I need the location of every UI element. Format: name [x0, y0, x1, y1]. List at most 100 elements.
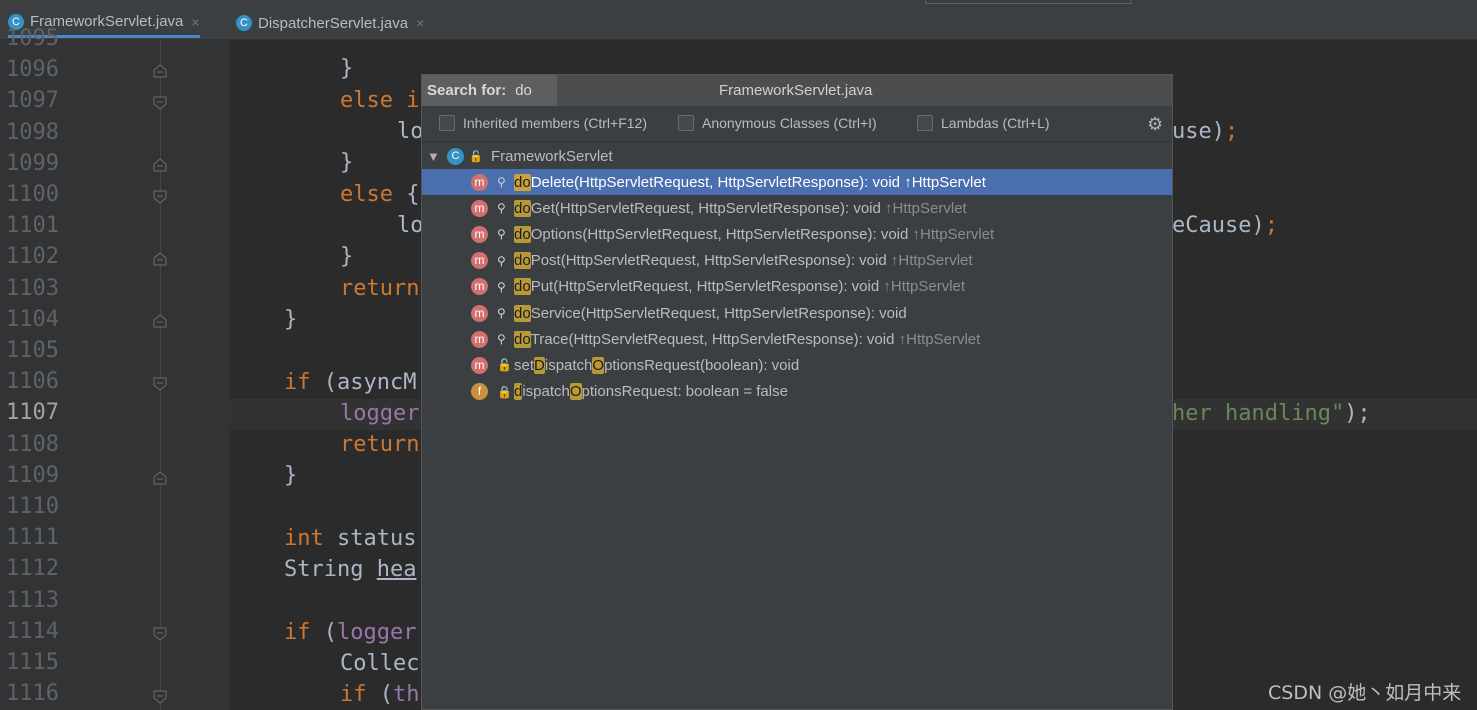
code-line-1112[interactable]: String hea: [284, 557, 416, 582]
code-line-1104[interactable]: }: [284, 307, 297, 332]
inherited-from-label: ↑HttpServlet: [898, 330, 981, 348]
code-line-1101[interactable]: lo: [397, 213, 424, 238]
code-line-1116[interactable]: if (th: [340, 682, 420, 707]
fold-start-icon[interactable]: [153, 190, 167, 204]
close-tab-icon[interactable]: ×: [191, 14, 199, 30]
search-input[interactable]: do: [515, 82, 532, 99]
tree-root-label: FrameworkServlet: [491, 147, 613, 165]
line-number: 1115: [6, 650, 59, 675]
member-label: doPut(HttpServletRequest, HttpServletRes…: [514, 278, 966, 296]
checkbox[interactable]: [439, 115, 455, 131]
code-line-1098[interactable]: lo: [397, 119, 424, 144]
member-label: doTrace(HttpServletRequest, HttpServletR…: [514, 330, 981, 348]
protected-visibility-icon: ⚲: [497, 332, 506, 347]
checkbox[interactable]: [678, 115, 694, 131]
match-highlight: O: [592, 356, 605, 374]
code-line-1107-tail[interactable]: her handling");: [1172, 401, 1371, 426]
member-item[interactable]: m ⚲ doPut(HttpServletRequest, HttpServletR…: [422, 274, 1172, 300]
protected-visibility-icon: ⚲: [497, 253, 506, 268]
code-line-1101-tail[interactable]: eCause);: [1172, 213, 1278, 238]
line-number: 1098: [6, 119, 59, 145]
line-number: 1095: [6, 26, 59, 51]
line-number: 1101: [6, 213, 59, 239]
code-line-1111[interactable]: int status: [284, 526, 416, 551]
option-inherited-members[interactable]: Inherited members (Ctrl+F12): [439, 115, 647, 131]
file-structure-popup: Search for: do FrameworkServlet.java Inh…: [421, 74, 1173, 710]
member-item[interactable]: m ⚲ doOptions(HttpServletRequest, HttpServ…: [422, 221, 1172, 247]
inherited-from-label: ↑HttpServlet: [912, 225, 995, 243]
method-icon: m: [471, 278, 488, 296]
tab-dispatcherservlet[interactable]: C DispatcherServlet.java ×: [236, 8, 424, 38]
search-field[interactable]: Search for: do: [422, 75, 557, 106]
member-label: doGet(HttpServletRequest, HttpServletRes…: [514, 199, 967, 217]
code-keyword: if: [284, 620, 311, 645]
protected-visibility-icon: ⚲: [497, 201, 506, 216]
member-text: ispatch: [522, 383, 570, 401]
line-number: 1113: [6, 587, 59, 613]
code-fragment: String: [284, 557, 377, 582]
code-field: logger: [337, 620, 417, 645]
checkbox[interactable]: [917, 115, 933, 131]
code-line-1100[interactable]: else {: [340, 182, 419, 207]
code-line-1102[interactable]: }: [340, 244, 353, 269]
member-text: ispatch: [544, 356, 593, 374]
line-number: 1114: [6, 618, 59, 644]
fold-start-icon[interactable]: [153, 96, 167, 110]
code-line-1107[interactable]: logger: [340, 401, 419, 426]
member-item[interactable]: m 🔓 setDispatchOptionsRequest(boolean): vo…: [422, 352, 1172, 378]
member-item[interactable]: m ⚲ doService(HttpServletRequest, HttpServ…: [422, 300, 1172, 326]
code-semicolon: ;: [1224, 119, 1239, 144]
member-text: Put(HttpServletRequest, HttpServletRespo…: [530, 278, 884, 296]
fold-end-icon[interactable]: [153, 252, 167, 266]
line-number: 1100: [6, 182, 59, 207]
close-tab-icon[interactable]: ×: [416, 15, 424, 31]
code-line-1099[interactable]: }: [340, 150, 353, 175]
code-line-1108[interactable]: return: [340, 432, 419, 457]
fold-start-icon[interactable]: [153, 690, 167, 704]
option-lambdas[interactable]: Lambdas (Ctrl+L): [917, 115, 1050, 131]
code-line-1096[interactable]: }: [340, 56, 353, 81]
line-number: 1109: [6, 462, 59, 488]
member-item[interactable]: m ⚲ doPost(HttpServletRequest, HttpServlet…: [422, 248, 1172, 274]
member-text: Options(HttpServletRequest, HttpServletR…: [530, 225, 913, 243]
fold-end-icon[interactable]: [153, 64, 167, 78]
method-icon: m: [471, 252, 488, 270]
tree-root-item[interactable]: ▼ C 🔓 FrameworkServlet: [422, 143, 1172, 169]
option-anonymous-classes[interactable]: Anonymous Classes (Ctrl+I): [678, 115, 877, 131]
member-item[interactable]: f 🔒 dispatchOptionsRequest: boolean = fals…: [422, 379, 1172, 405]
fold-start-icon[interactable]: [153, 627, 167, 641]
code-line-1103[interactable]: return: [340, 276, 419, 301]
expand-arrow-icon[interactable]: ▼: [427, 149, 440, 164]
member-item[interactable]: m ⚲ doTrace(HttpServletRequest, HttpServle…: [422, 326, 1172, 352]
code-line-1109[interactable]: }: [284, 463, 297, 488]
fold-end-icon[interactable]: [153, 158, 167, 172]
code-line-1097[interactable]: else i: [340, 88, 419, 113]
line-number: 1096: [6, 57, 59, 83]
code-field: th: [393, 682, 420, 707]
member-item[interactable]: m ⚲ doDelete(HttpServletRequest, HttpServl…: [422, 169, 1172, 195]
line-number: 1099: [6, 150, 59, 176]
member-item[interactable]: m ⚲ doGet(HttpServletRequest, HttpServletR…: [422, 195, 1172, 221]
code-line-1106[interactable]: if (asyncM: [284, 370, 416, 395]
option-label: Anonymous Classes (Ctrl+I): [702, 115, 877, 131]
toolbar-search-field-edge[interactable]: [925, 0, 1132, 4]
option-label: Inherited members (Ctrl+F12): [463, 115, 648, 131]
protected-visibility-icon: ⚲: [497, 227, 506, 242]
fold-end-icon[interactable]: [153, 471, 167, 485]
line-number: 1111: [6, 525, 59, 551]
gear-icon[interactable]: ⚙: [1147, 114, 1163, 135]
member-text: Trace(HttpServletRequest, HttpServletRes…: [530, 330, 899, 348]
method-icon: m: [471, 225, 488, 243]
code-keyword: int: [284, 526, 324, 551]
line-number: 1102: [6, 244, 59, 270]
code-line-1114[interactable]: if (logger: [284, 620, 416, 645]
code-fragment: eCause): [1172, 213, 1265, 238]
member-text: Delete(HttpServletRequest, HttpServletRe…: [530, 173, 905, 191]
fold-end-icon[interactable]: [153, 314, 167, 328]
code-line-1098-tail[interactable]: use);: [1172, 119, 1238, 144]
code-line-1115[interactable]: Collec: [340, 651, 419, 676]
inherited-from-label: ↑HttpServlet: [883, 278, 966, 296]
match-highlight: do: [514, 225, 531, 243]
match-highlight: do: [514, 330, 531, 348]
fold-start-icon[interactable]: [153, 377, 167, 391]
